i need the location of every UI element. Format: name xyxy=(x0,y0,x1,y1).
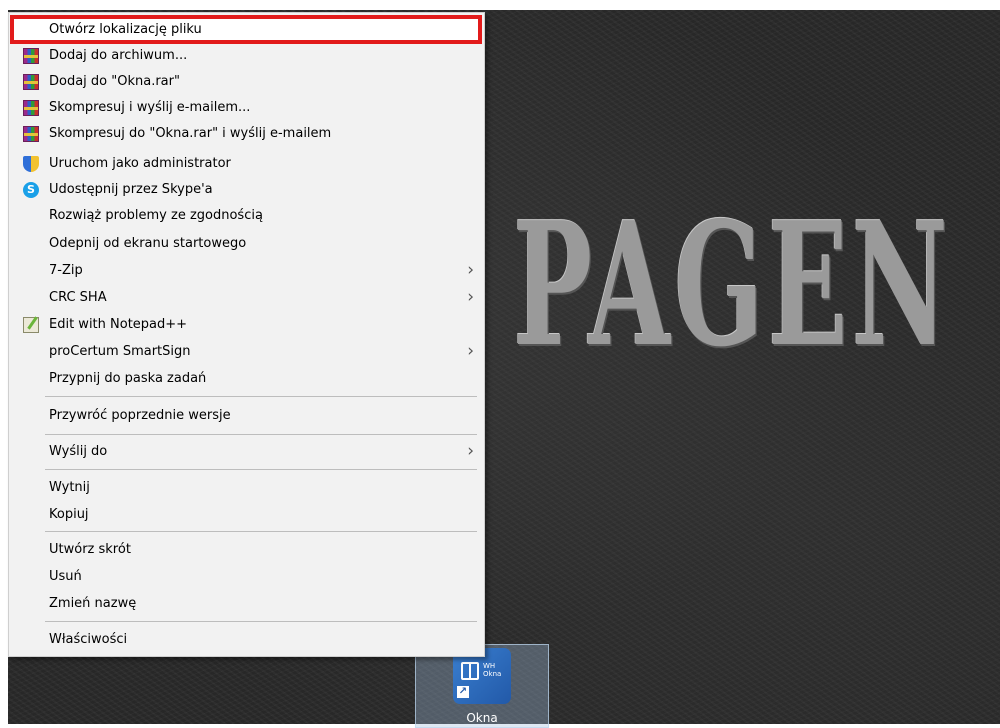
menu-item-rename[interactable]: Zmień nazwę xyxy=(12,591,480,616)
window-grid-icon xyxy=(461,662,479,680)
menu-item-label: Otwórz lokalizację pliku xyxy=(49,22,202,37)
menu-item-restore-previous-versions[interactable]: Przywróć poprzednie wersje xyxy=(12,403,480,428)
menu-item-label: Przywróć poprzednie wersje xyxy=(49,408,231,423)
menu-item-label: Udostępnij przez Skype'a xyxy=(49,182,213,197)
menu-item-label: Edit with Notepad++ xyxy=(49,317,188,332)
menu-item-unpin-from-start[interactable]: Odepnij od ekranu startowego xyxy=(12,231,480,256)
menu-separator xyxy=(45,621,477,622)
menu-separator xyxy=(45,434,477,435)
menu-item-create-shortcut[interactable]: Utwórz skrót xyxy=(12,537,480,562)
skype-icon: S xyxy=(23,182,39,198)
menu-item-label: Przypnij do paska zadań xyxy=(49,371,207,386)
menu-item-label: CRC SHA xyxy=(49,290,107,305)
chevron-right-icon: › xyxy=(467,441,474,461)
menu-item-crc-sha[interactable]: CRC SHA › xyxy=(12,285,480,310)
menu-item-delete[interactable]: Usuń xyxy=(12,564,480,589)
desktop-icon-label: Okna xyxy=(466,711,498,725)
winrar-icon xyxy=(23,126,39,142)
menu-item-send-to[interactable]: Wyślij do › xyxy=(12,439,480,464)
menu-item-label: Skompresuj do "Okna.rar" i wyślij e-mail… xyxy=(49,126,332,141)
notepad-plus-plus-icon xyxy=(23,317,39,333)
menu-item-label: Dodaj do archiwum... xyxy=(49,48,188,63)
menu-item-copy[interactable]: Kopiuj xyxy=(12,502,480,527)
menu-item-label: 7-Zip xyxy=(49,263,83,278)
menu-item-label: Skompresuj i wyślij e-mailem... xyxy=(49,100,251,115)
chevron-right-icon: › xyxy=(467,287,474,307)
menu-item-run-as-administrator[interactable]: Uruchom jako administrator xyxy=(12,151,480,176)
menu-item-add-to-okna-rar[interactable]: Dodaj do "Okna.rar" xyxy=(12,69,480,94)
menu-item-label: Dodaj do "Okna.rar" xyxy=(49,74,180,89)
context-menu: Otwórz lokalizację pliku Dodaj do archiw… xyxy=(8,12,485,657)
menu-separator xyxy=(45,531,477,532)
tile-caption: WH Okna xyxy=(483,662,502,678)
menu-item-label: Wyślij do xyxy=(49,444,108,459)
menu-item-label: Odepnij od ekranu startowego xyxy=(49,236,247,251)
menu-item-edit-with-notepad-plus-plus[interactable]: Edit with Notepad++ xyxy=(12,312,480,337)
winrar-icon xyxy=(23,48,39,64)
chevron-right-icon: › xyxy=(467,260,474,280)
menu-item-label: Rozwiąż problemy ze zgodnością xyxy=(49,208,263,223)
wallpaper-title: PAGEN xyxy=(513,185,952,385)
menu-separator xyxy=(45,469,477,470)
uac-shield-icon xyxy=(23,156,39,172)
menu-item-label: proCertum SmartSign xyxy=(49,344,191,359)
menu-item-7zip[interactable]: 7-Zip › xyxy=(12,258,480,283)
menu-item-label: Zmień nazwę xyxy=(49,596,137,611)
menu-item-compress-to-okna-rar-and-email[interactable]: Skompresuj do "Okna.rar" i wyślij e-mail… xyxy=(12,121,480,146)
menu-item-share-via-skype[interactable]: S Udostępnij przez Skype'a xyxy=(12,177,480,202)
menu-item-label: Kopiuj xyxy=(49,507,89,522)
menu-item-label: Wytnij xyxy=(49,480,90,495)
winrar-icon xyxy=(23,100,39,116)
menu-item-add-to-archive[interactable]: Dodaj do archiwum... xyxy=(12,43,480,68)
menu-item-properties[interactable]: Właściwości xyxy=(12,627,480,652)
menu-item-cut[interactable]: Wytnij xyxy=(12,475,480,500)
menu-item-pin-to-taskbar[interactable]: Przypnij do paska zadań xyxy=(12,366,480,391)
menu-item-label: Usuń xyxy=(49,569,82,584)
menu-item-troubleshoot-compatibility[interactable]: Rozwiąż problemy ze zgodnością xyxy=(12,203,480,228)
shortcut-arrow-icon: ↗ xyxy=(457,686,469,698)
menu-item-label: Uruchom jako administrator xyxy=(49,156,231,171)
menu-item-compress-and-email[interactable]: Skompresuj i wyślij e-mailem... xyxy=(12,95,480,120)
menu-item-procertum-smartsign[interactable]: proCertum SmartSign › xyxy=(12,339,480,364)
menu-item-open-file-location[interactable]: Otwórz lokalizację pliku xyxy=(10,15,482,44)
winrar-icon xyxy=(23,74,39,90)
menu-item-label: Właściwości xyxy=(49,632,128,647)
menu-item-label: Utwórz skrót xyxy=(49,542,131,557)
chevron-right-icon: › xyxy=(467,341,474,361)
menu-separator xyxy=(45,396,477,397)
